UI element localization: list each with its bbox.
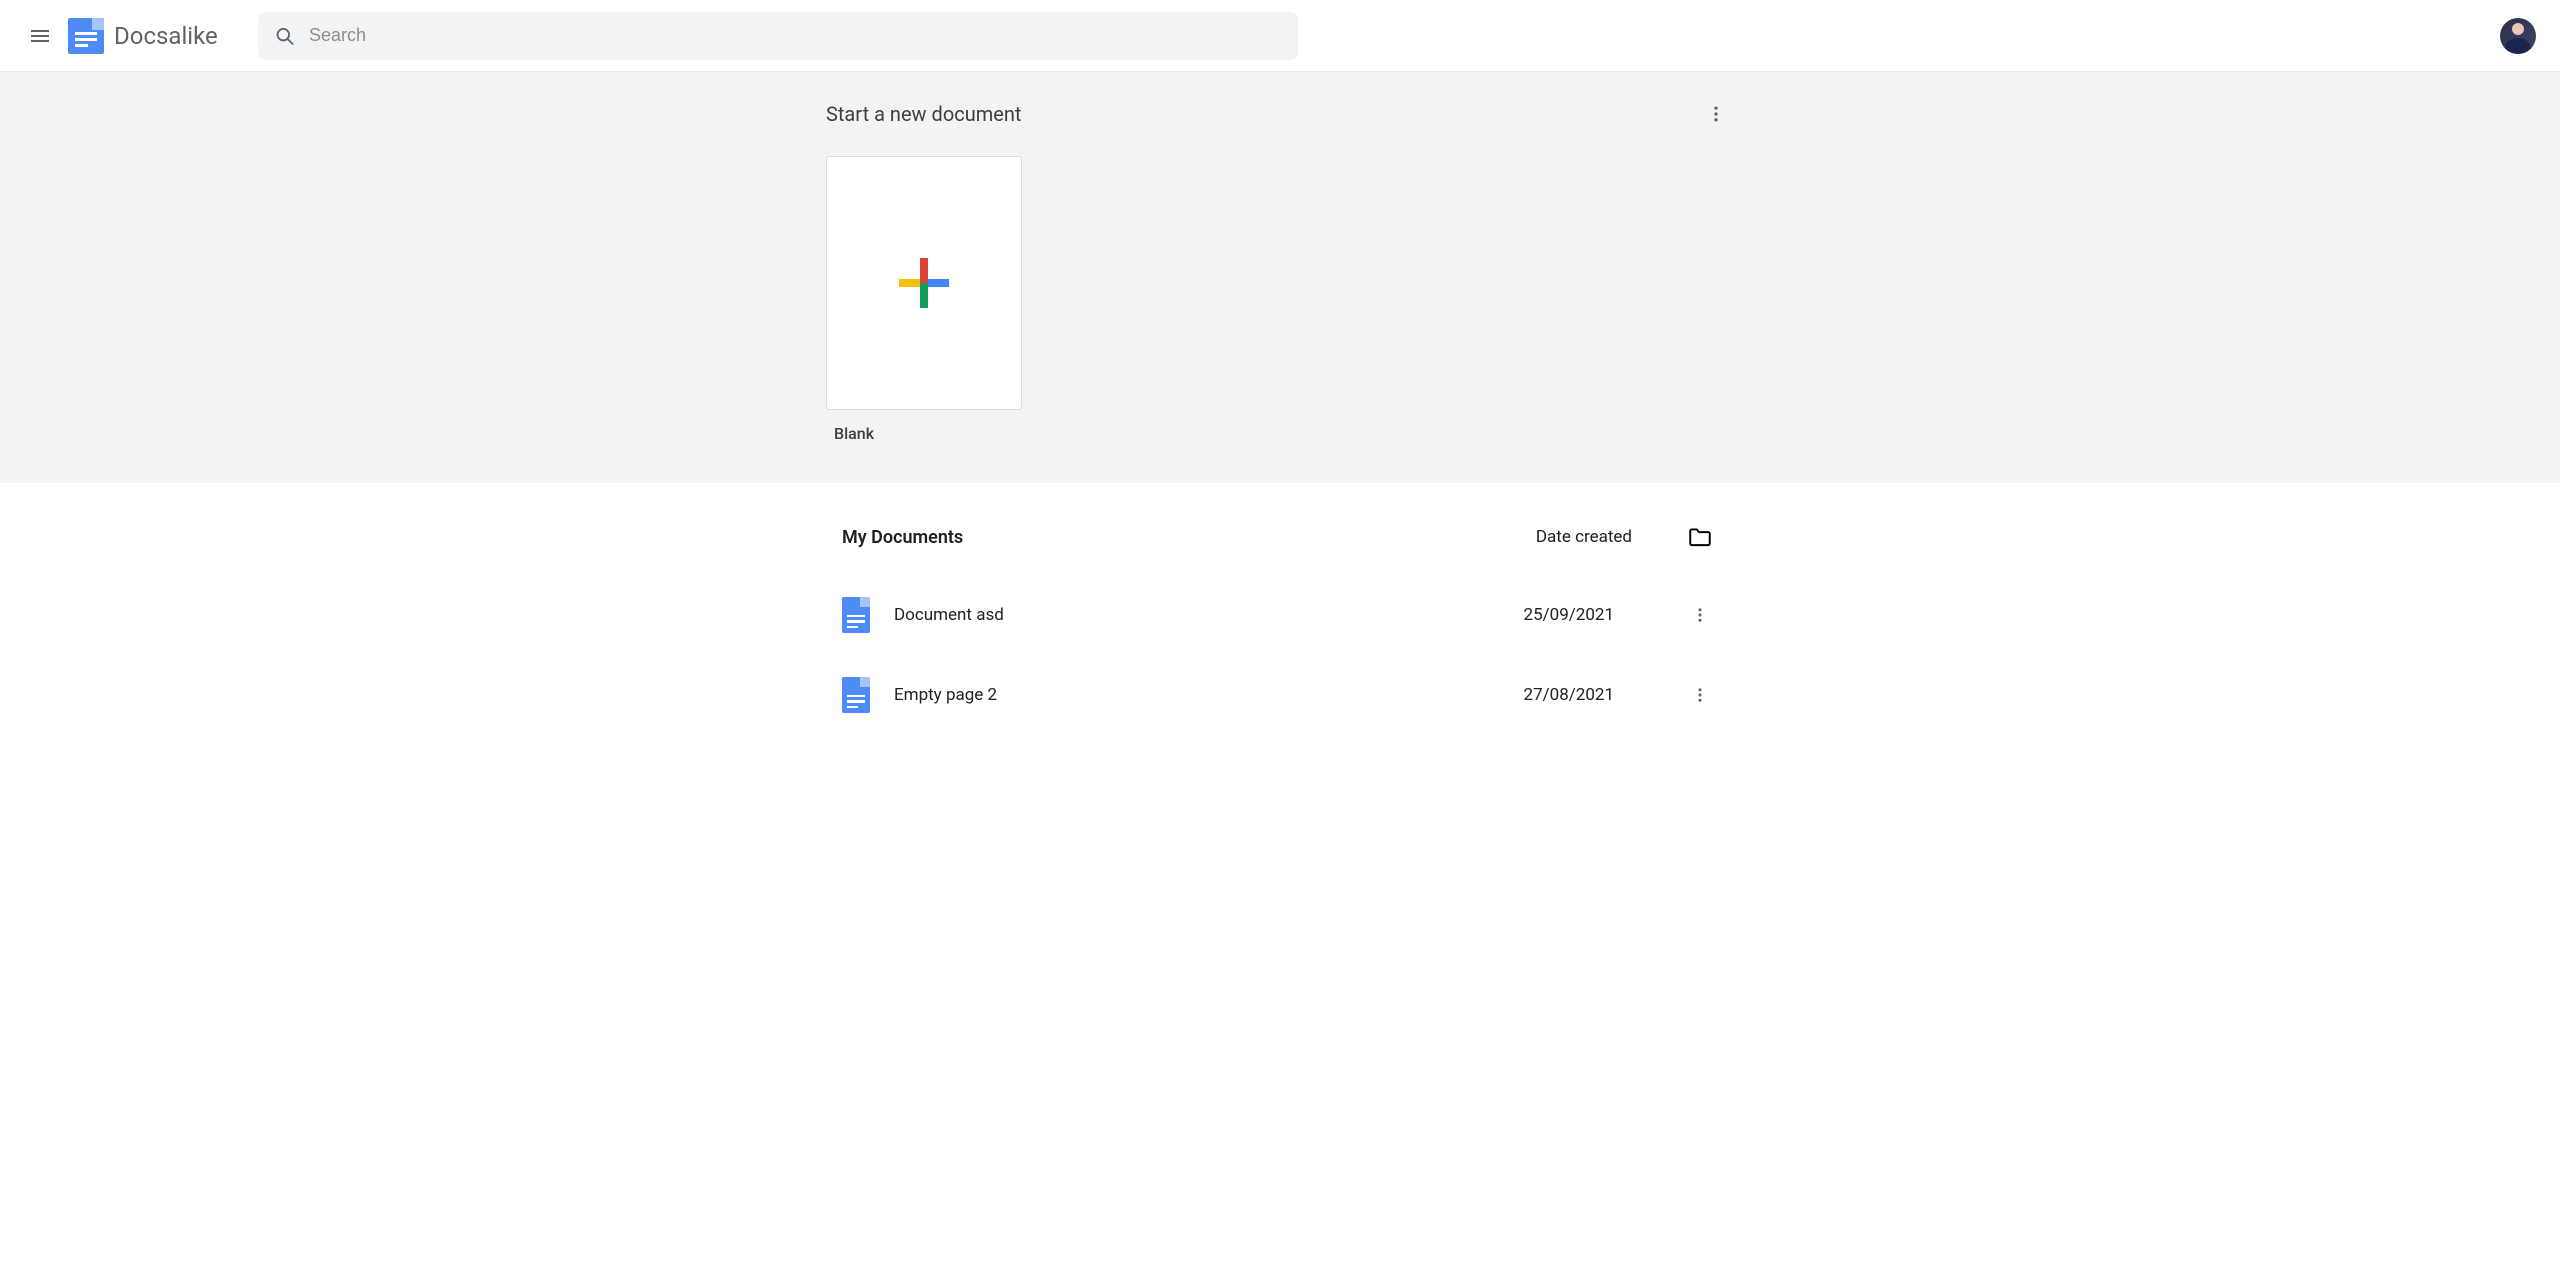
hamburger-icon [28,24,52,48]
document-icon [842,677,870,713]
sort-button[interactable]: Date created [1536,527,1632,547]
document-icon [842,597,870,633]
template-label: Blank [834,424,1022,443]
document-row[interactable]: Empty page 2 27/08/2021 [836,663,1724,727]
search-bar[interactable] [258,12,1298,60]
folder-icon [1687,524,1713,550]
document-options-button[interactable] [1682,597,1718,633]
documents-title: My Documents [842,527,1536,548]
plus-icon [899,258,949,308]
document-row[interactable]: Document asd 25/09/2021 [836,583,1724,647]
more-vertical-icon [1691,686,1709,704]
document-date: 25/09/2021 [1524,605,1614,625]
documents-header: My Documents Date created [836,519,1724,555]
app-header: Docsalike [0,0,2560,72]
search-icon [274,25,295,47]
templates-options-button[interactable] [1698,96,1734,132]
folder-button[interactable] [1682,519,1718,555]
template-blank[interactable]: Blank [826,156,1022,443]
search-container [258,12,1298,60]
more-vertical-icon [1706,104,1726,124]
user-avatar[interactable] [2500,18,2536,54]
docs-logo-icon [68,18,104,54]
templates-title: Start a new document [826,102,1021,126]
document-options-button[interactable] [1682,677,1718,713]
main-menu-button[interactable] [16,12,64,60]
search-input[interactable] [309,25,1282,46]
more-vertical-icon [1691,606,1709,624]
templates-header: Start a new document [826,96,1734,132]
document-name: Empty page 2 [894,685,1500,705]
app-title: Docsalike [114,22,218,50]
document-name: Document asd [894,605,1500,625]
app-logo[interactable]: Docsalike [68,18,218,54]
document-date: 27/08/2021 [1524,685,1614,705]
templates-section: Start a new document Blank [0,72,2560,483]
documents-section: My Documents Date created Document asd 2… [0,483,2560,779]
template-thumbnail [826,156,1022,410]
